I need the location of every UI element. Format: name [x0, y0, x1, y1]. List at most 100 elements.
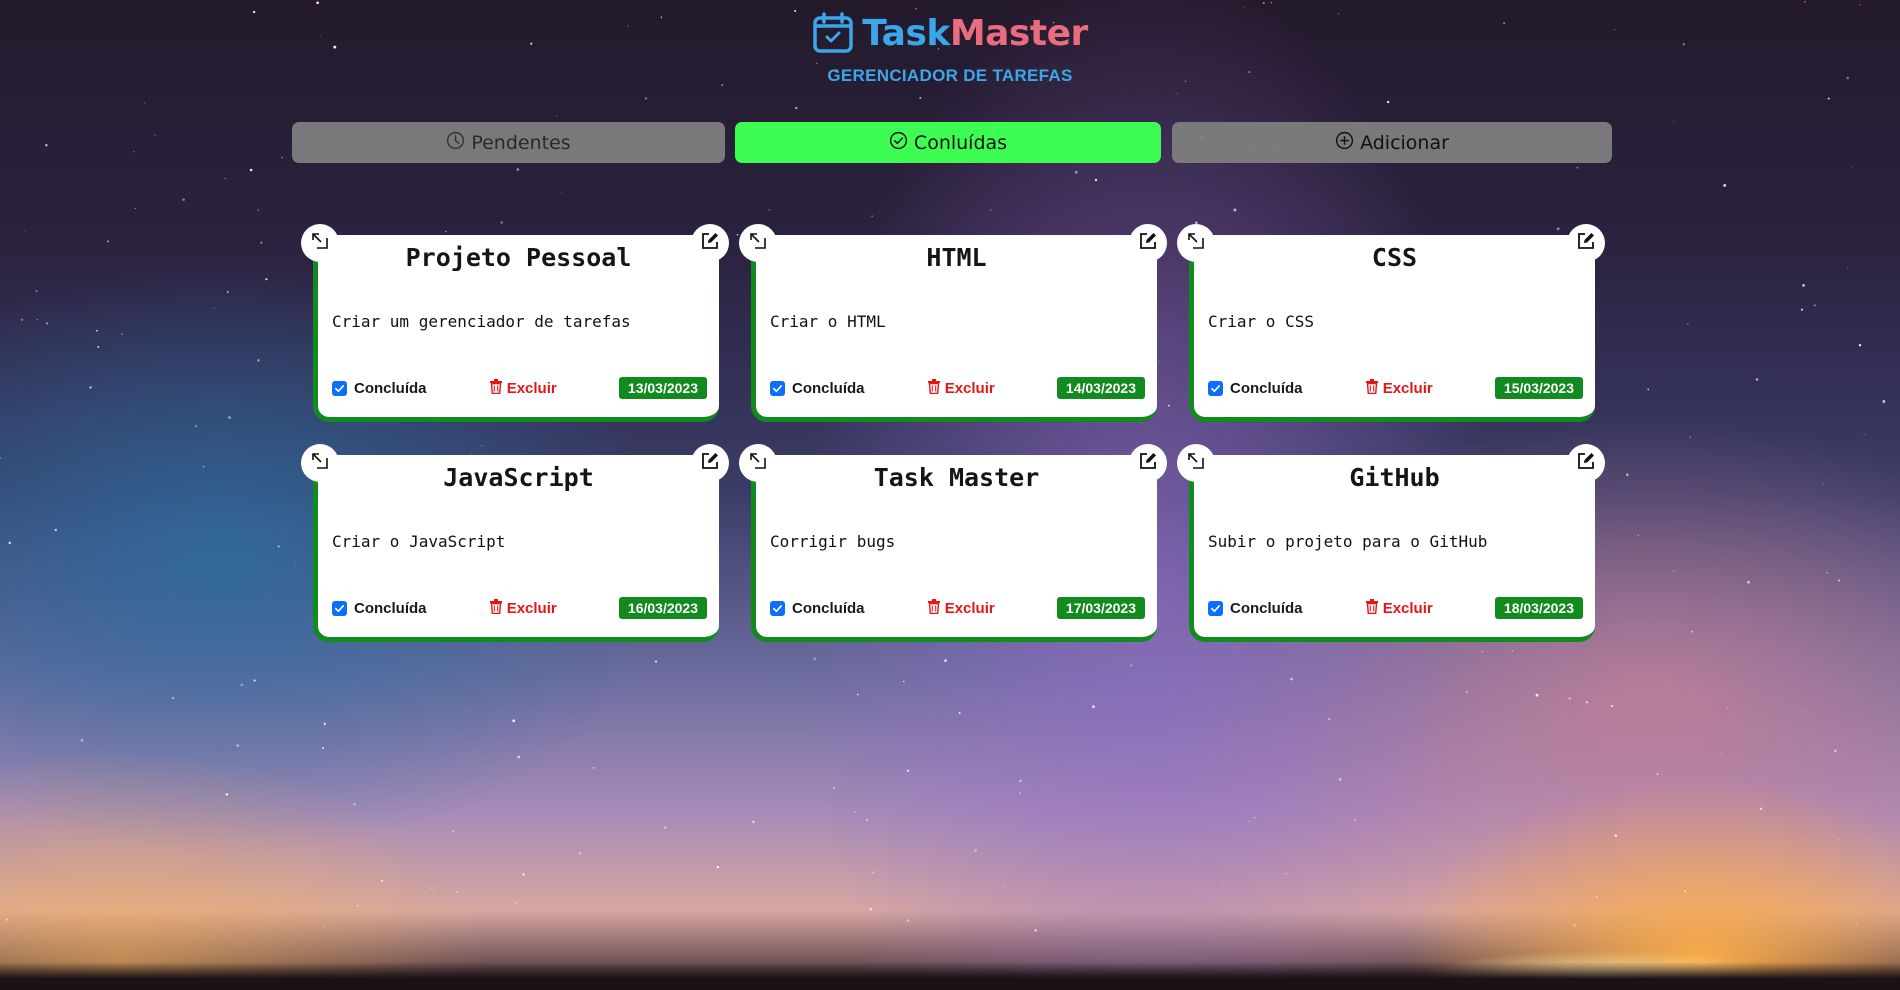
date-badge: 15/03/2023	[1494, 377, 1583, 399]
star	[856, 693, 859, 696]
checkbox-checked-icon	[770, 600, 785, 616]
star	[240, 683, 244, 687]
tab-completed-label: Conluídas	[913, 131, 1008, 154]
delete-button[interactable]: Excluir	[1365, 598, 1433, 618]
star	[80, 738, 84, 742]
star	[236, 744, 240, 747]
delete-button[interactable]: Excluir	[489, 378, 557, 398]
star	[1595, 895, 1598, 898]
star	[456, 891, 458, 893]
star	[1673, 120, 1675, 123]
horizon-silhouette	[0, 962, 1900, 990]
star	[224, 177, 227, 180]
star	[752, 820, 755, 824]
completed-checkbox[interactable]: Concluída	[332, 380, 427, 397]
star	[644, 97, 648, 100]
delete-button[interactable]: Excluir	[927, 598, 995, 618]
star	[1858, 344, 1862, 347]
star	[1800, 308, 1804, 311]
star	[1568, 697, 1571, 700]
star	[1687, 323, 1689, 325]
star	[919, 96, 922, 99]
completed-checkbox[interactable]: Concluída	[770, 380, 865, 397]
star	[225, 793, 229, 796]
tab-add[interactable]: Adicionar	[1172, 122, 1612, 163]
star	[974, 849, 978, 852]
date-badge: 13/03/2023	[618, 377, 707, 399]
star	[1647, 388, 1650, 391]
delete-label: Excluir	[944, 379, 995, 397]
star	[1691, 630, 1694, 633]
star	[516, 168, 520, 171]
tab-pending-label: Pendentes	[471, 131, 571, 154]
delete-label: Excluir	[506, 379, 557, 397]
completed-checkbox[interactable]: Concluída	[1208, 380, 1303, 397]
delete-label: Excluir	[1382, 599, 1433, 617]
star	[316, 1, 319, 5]
star	[322, 925, 325, 928]
star	[1074, 170, 1078, 174]
star	[452, 830, 455, 833]
star	[1882, 400, 1886, 403]
task-description: Criar o CSS	[1208, 312, 1314, 331]
star	[97, 345, 100, 348]
star	[990, 209, 992, 211]
completed-checkbox[interactable]: Concluída	[332, 600, 427, 617]
plus-circle-icon	[1335, 131, 1354, 155]
star	[1094, 178, 1098, 182]
star	[1393, 875, 1395, 877]
star	[1726, 707, 1729, 709]
date-badge: 14/03/2023	[1056, 377, 1145, 399]
star	[20, 318, 24, 321]
star	[106, 240, 109, 243]
star	[958, 711, 961, 715]
star	[1863, 433, 1865, 435]
delete-button[interactable]: Excluir	[489, 598, 557, 618]
star	[133, 151, 135, 153]
star	[506, 898, 508, 900]
star	[944, 659, 947, 662]
task-footer: Concluída Excluir 17/03/2023	[770, 596, 1145, 620]
star	[35, 290, 38, 293]
tab-pending[interactable]: Pendentes	[292, 122, 725, 163]
star	[517, 755, 521, 759]
star	[1656, 773, 1659, 775]
star	[260, 241, 263, 244]
star	[202, 465, 205, 468]
star	[431, 887, 433, 889]
star	[559, 938, 560, 940]
completed-label: Concluída	[792, 379, 865, 397]
star	[1804, 710, 1806, 712]
star	[89, 386, 92, 389]
star	[381, 879, 384, 882]
star	[1465, 691, 1468, 694]
star	[592, 766, 595, 769]
star	[768, 208, 771, 211]
star	[1354, 818, 1356, 821]
completed-checkbox[interactable]: Concluída	[770, 600, 865, 617]
star	[1802, 284, 1805, 287]
trash-icon	[927, 378, 941, 398]
trash-icon	[927, 598, 941, 618]
star	[213, 307, 215, 309]
completed-checkbox[interactable]: Concluída	[1208, 600, 1303, 617]
completed-label: Concluída	[1230, 599, 1303, 617]
delete-button[interactable]: Excluir	[927, 378, 995, 398]
star	[906, 769, 909, 772]
star	[1610, 704, 1613, 708]
checkbox-checked-icon	[770, 380, 785, 396]
tab-completed[interactable]: Conluídas	[735, 122, 1161, 163]
task-card: GitHub Subir o projeto para o GitHub Con…	[1177, 444, 1605, 642]
star	[1481, 650, 1483, 653]
star	[1511, 650, 1513, 652]
star	[853, 811, 856, 813]
delete-button[interactable]: Excluir	[1365, 378, 1433, 398]
star	[500, 221, 503, 224]
task-footer: Concluída Excluir 13/03/2023	[332, 376, 707, 400]
star	[1614, 834, 1618, 837]
tab-bar: Pendentes Conluídas Adicionar	[292, 122, 1612, 163]
star	[257, 209, 260, 212]
task-title: GitHub	[1349, 463, 1440, 492]
task-footer: Concluída Excluir 16/03/2023	[332, 596, 707, 620]
app-title: TaskMaster	[862, 13, 1088, 54]
